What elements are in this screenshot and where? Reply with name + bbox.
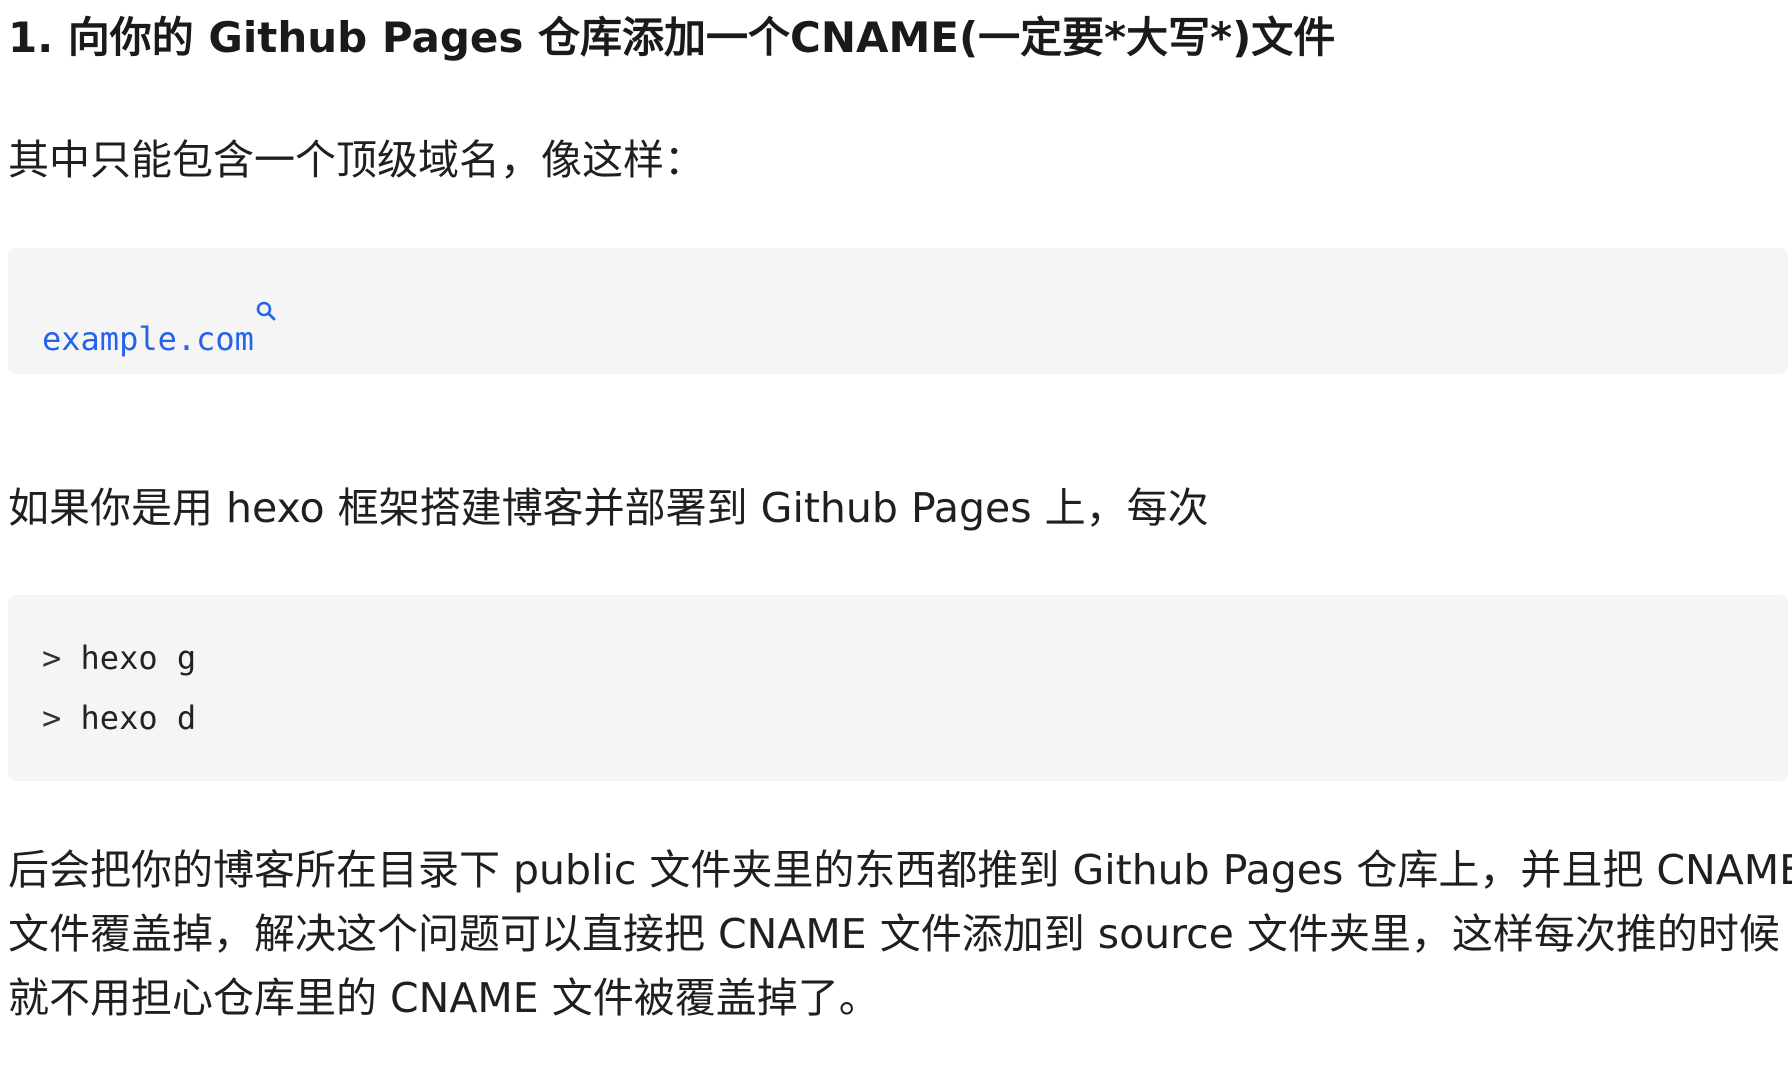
code-block-commands: > hexo g > hexo d bbox=[8, 595, 1788, 781]
code-block-domain: example.com bbox=[8, 248, 1788, 374]
code-line: example.com bbox=[42, 281, 1788, 369]
paragraph-line: 后会把你的博客所在目录下 public 文件夹里的东西都推到 Github Pa… bbox=[8, 846, 1792, 894]
search-icon[interactable] bbox=[255, 281, 277, 321]
domain-link[interactable]: example.com bbox=[42, 320, 254, 358]
command-line: > hexo d bbox=[42, 688, 1788, 748]
prompt-symbol: > bbox=[42, 699, 62, 737]
section-heading: 1. 向你的 Github Pages 仓库添加一个CNAME(一定要*大写*)… bbox=[8, 13, 1336, 62]
paragraph-line: 文件覆盖掉，解决这个问题可以直接把 CNAME 文件添加到 source 文件夹… bbox=[8, 910, 1780, 958]
intro-paragraph: 其中只能包含一个顶级域名，像这样： bbox=[8, 136, 705, 184]
command-text: hexo d bbox=[80, 699, 197, 737]
prompt-symbol: > bbox=[42, 639, 62, 677]
document-page: 1. 向你的 Github Pages 仓库添加一个CNAME(一定要*大写*)… bbox=[0, 0, 1792, 1080]
explain-paragraph: 后会把你的博客所在目录下 public 文件夹里的东西都推到 Github Pa… bbox=[8, 838, 1792, 1030]
command-text: hexo g bbox=[80, 639, 197, 677]
command-line: > hexo g bbox=[42, 628, 1788, 688]
deploy-paragraph: 如果你是用 hexo 框架搭建博客并部署到 Github Pages 上，每次 bbox=[8, 484, 1209, 532]
paragraph-line: 就不用担心仓库里的 CNAME 文件被覆盖掉了。 bbox=[8, 974, 880, 1022]
